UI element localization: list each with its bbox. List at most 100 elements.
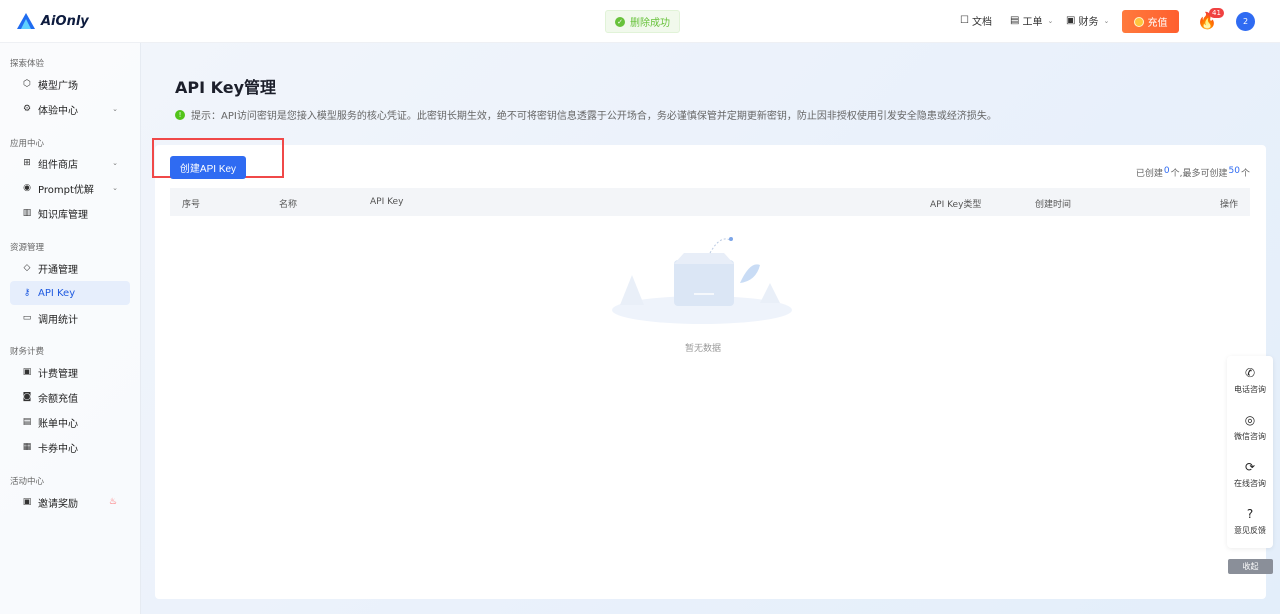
wechat-icon: ◎ bbox=[1244, 413, 1256, 427]
logo-icon bbox=[17, 13, 35, 29]
collapse-button[interactable]: 收起 bbox=[1228, 559, 1273, 574]
tip-text: 提示：API访问密钥是您接入模型服务的核心凭证。此密钥长期生效，绝不可将密钥信息… bbox=[191, 111, 997, 122]
bill-icon: ▤ bbox=[22, 417, 32, 427]
sidebar-item-coupons[interactable]: ▦ 卡券中心 bbox=[10, 435, 130, 459]
app-logo[interactable]: AiOnly bbox=[16, 12, 89, 30]
chevron-down-icon: ⌄ bbox=[1103, 16, 1110, 25]
info-icon: ! bbox=[175, 109, 185, 120]
sidebar-group-resources: 资源管理 bbox=[10, 243, 45, 253]
table-header: 序号 名称 API Key API Key类型 创建时间 操作 bbox=[170, 188, 1250, 216]
sidebar-item-label: Prompt优解 bbox=[38, 184, 94, 196]
create-api-key-button[interactable]: 创建API Key bbox=[170, 156, 246, 179]
quota-text: 已创建 0 个,最多可创建 50 个 bbox=[1136, 166, 1250, 179]
sidebar-item-label: 知识库管理 bbox=[38, 209, 88, 221]
feedback-label: 意见反馈 bbox=[1234, 526, 1266, 535]
column-header-name: 名称 bbox=[279, 200, 298, 210]
question-icon: ? bbox=[1246, 507, 1254, 521]
bulb-icon: ◉ bbox=[23, 183, 31, 193]
clipboard-icon: ▤ bbox=[1010, 15, 1020, 26]
quota-mid: 个,最多可创建 bbox=[1170, 169, 1228, 179]
app-name: AiOnly bbox=[41, 13, 89, 29]
column-header-key-type: API Key类型 bbox=[930, 200, 982, 210]
diamond-icon: ◇ bbox=[23, 263, 31, 273]
book-icon: ▥ bbox=[22, 208, 32, 218]
chevron-down-icon: ⌄ bbox=[112, 105, 118, 113]
quota-prefix: 已创建 bbox=[1135, 169, 1163, 179]
sidebar-item-label: 计费管理 bbox=[38, 368, 78, 380]
success-toast: ✓ 删除成功 bbox=[605, 10, 680, 33]
sidebar-item-label: API Key bbox=[38, 287, 76, 299]
quota-created: 0 bbox=[1163, 166, 1170, 176]
wechat-consult-button[interactable]: ◎ 微信咨询 bbox=[1227, 413, 1273, 442]
hot-flame-icon: ♨ bbox=[108, 497, 117, 507]
ticket-icon: ▦ bbox=[22, 442, 32, 452]
toast-text: 删除成功 bbox=[630, 18, 670, 29]
empty-state-text: 暂无数据 bbox=[685, 344, 722, 354]
empty-state-illustration bbox=[612, 237, 792, 324]
sidebar-item-component-store[interactable]: ⊞ 组件商店 ⌄ bbox=[10, 151, 130, 175]
column-header-api-key: API Key bbox=[370, 197, 404, 207]
finance-label: 财务 bbox=[1078, 17, 1099, 28]
recharge-button[interactable]: 充值 bbox=[1122, 10, 1179, 33]
sidebar-item-label: 模型广场 bbox=[38, 80, 78, 92]
recharge-label: 充值 bbox=[1147, 18, 1168, 29]
sidebar-item-activation[interactable]: ◇ 开通管理 bbox=[10, 256, 130, 280]
chevron-down-icon: ⌄ bbox=[112, 159, 118, 167]
doc-icon: ☐ bbox=[960, 15, 969, 26]
sidebar-item-api-key[interactable]: ⚷ API Key bbox=[10, 281, 130, 305]
sidebar-item-balance[interactable]: ◙ 余额充值 bbox=[10, 385, 130, 409]
sidebar-group-billing: 财务计费 bbox=[10, 347, 45, 357]
top-bar: AiOnly ✓ 删除成功 ☐ 文档 ▤ 工单 ⌄ ▣ 财务 ⌄ 充值 🔥 41… bbox=[0, 0, 1280, 43]
sidebar-item-label: 体验中心 bbox=[38, 105, 78, 117]
avatar[interactable]: 2 bbox=[1236, 12, 1255, 31]
column-header-actions: 操作 bbox=[1219, 200, 1238, 210]
sidebar-item-billing[interactable]: ▣ 计费管理 bbox=[10, 360, 130, 384]
wechat-consult-label: 微信咨询 bbox=[1234, 432, 1266, 441]
finance-menu[interactable]: ▣ 财务 ⌄ bbox=[1066, 13, 1109, 28]
quota-max: 50 bbox=[1228, 166, 1240, 176]
column-header-created-time: 创建时间 bbox=[1035, 200, 1072, 210]
key-icon: ⚷ bbox=[23, 288, 31, 298]
coin-icon bbox=[1133, 16, 1144, 27]
page-title: API Key管理 bbox=[175, 78, 277, 97]
ticket-menu[interactable]: ▤ 工单 ⌄ bbox=[1010, 13, 1053, 28]
phone-consult-button[interactable]: ✆ 电话咨询 bbox=[1227, 366, 1273, 395]
online-consult-button[interactable]: ⟳ 在线咨询 bbox=[1227, 460, 1273, 489]
docs-link[interactable]: ☐ 文档 bbox=[960, 13, 992, 28]
sidebar-item-experience-center[interactable]: ⚙ 体验中心 ⌄ bbox=[10, 97, 130, 121]
sidebar-item-label: 余额充值 bbox=[38, 393, 78, 405]
chevron-down-icon: ⌄ bbox=[112, 184, 118, 192]
phone-icon: ✆ bbox=[1244, 366, 1256, 380]
quota-suffix: 个 bbox=[1240, 169, 1250, 179]
chevron-down-icon: ⌄ bbox=[1047, 16, 1054, 25]
gift-icon: ▣ bbox=[22, 497, 32, 507]
sidebar-group-apps: 应用中心 bbox=[10, 139, 45, 149]
wallet-icon: ◙ bbox=[22, 392, 32, 402]
finance-icon: ▣ bbox=[1066, 15, 1076, 26]
sidebar-item-model-square[interactable]: ⬡ 模型广场 bbox=[10, 72, 130, 96]
sidebar-group-activities: 活动中心 bbox=[10, 477, 45, 487]
headset-icon: ⟳ bbox=[1244, 460, 1256, 474]
chart-icon: ▭ bbox=[22, 313, 32, 323]
sidebar-item-label: 组件商店 bbox=[38, 159, 78, 171]
sidebar-item-knowledge-base[interactable]: ▥ 知识库管理 bbox=[10, 201, 130, 225]
sidebar-group-explore: 探索体验 bbox=[10, 59, 45, 69]
sidebar-item-label: 卡券中心 bbox=[38, 443, 78, 455]
sidebar-item-label: 调用统计 bbox=[38, 314, 78, 326]
sidebar-item-usage-stats[interactable]: ▭ 调用统计 bbox=[10, 306, 130, 330]
gear-icon: ⚙ bbox=[22, 104, 32, 114]
sidebar-item-prompt[interactable]: ◉ Prompt优解 ⌄ bbox=[10, 176, 130, 200]
sidebar-item-invite[interactable]: ▣ 邀请奖励 ♨ bbox=[10, 490, 130, 514]
sidebar-item-label: 开通管理 bbox=[38, 264, 78, 276]
doc-icon: ▣ bbox=[22, 367, 32, 377]
phone-consult-label: 电话咨询 bbox=[1234, 385, 1266, 394]
online-consult-label: 在线咨询 bbox=[1234, 479, 1266, 488]
sidebar-item-bills[interactable]: ▤ 账单中心 bbox=[10, 410, 130, 434]
ticket-label: 工单 bbox=[1022, 17, 1043, 28]
feedback-button[interactable]: ? 意见反馈 bbox=[1227, 507, 1273, 536]
cube-icon: ⬡ bbox=[23, 79, 31, 89]
security-tip: ! 提示：API访问密钥是您接入模型服务的核心凭证。此密钥长期生效，绝不可将密钥… bbox=[175, 107, 997, 122]
notification-badge: 41 bbox=[1209, 8, 1224, 18]
check-circle-icon: ✓ bbox=[615, 16, 625, 27]
sidebar-item-label: 邀请奖励 bbox=[38, 498, 78, 510]
